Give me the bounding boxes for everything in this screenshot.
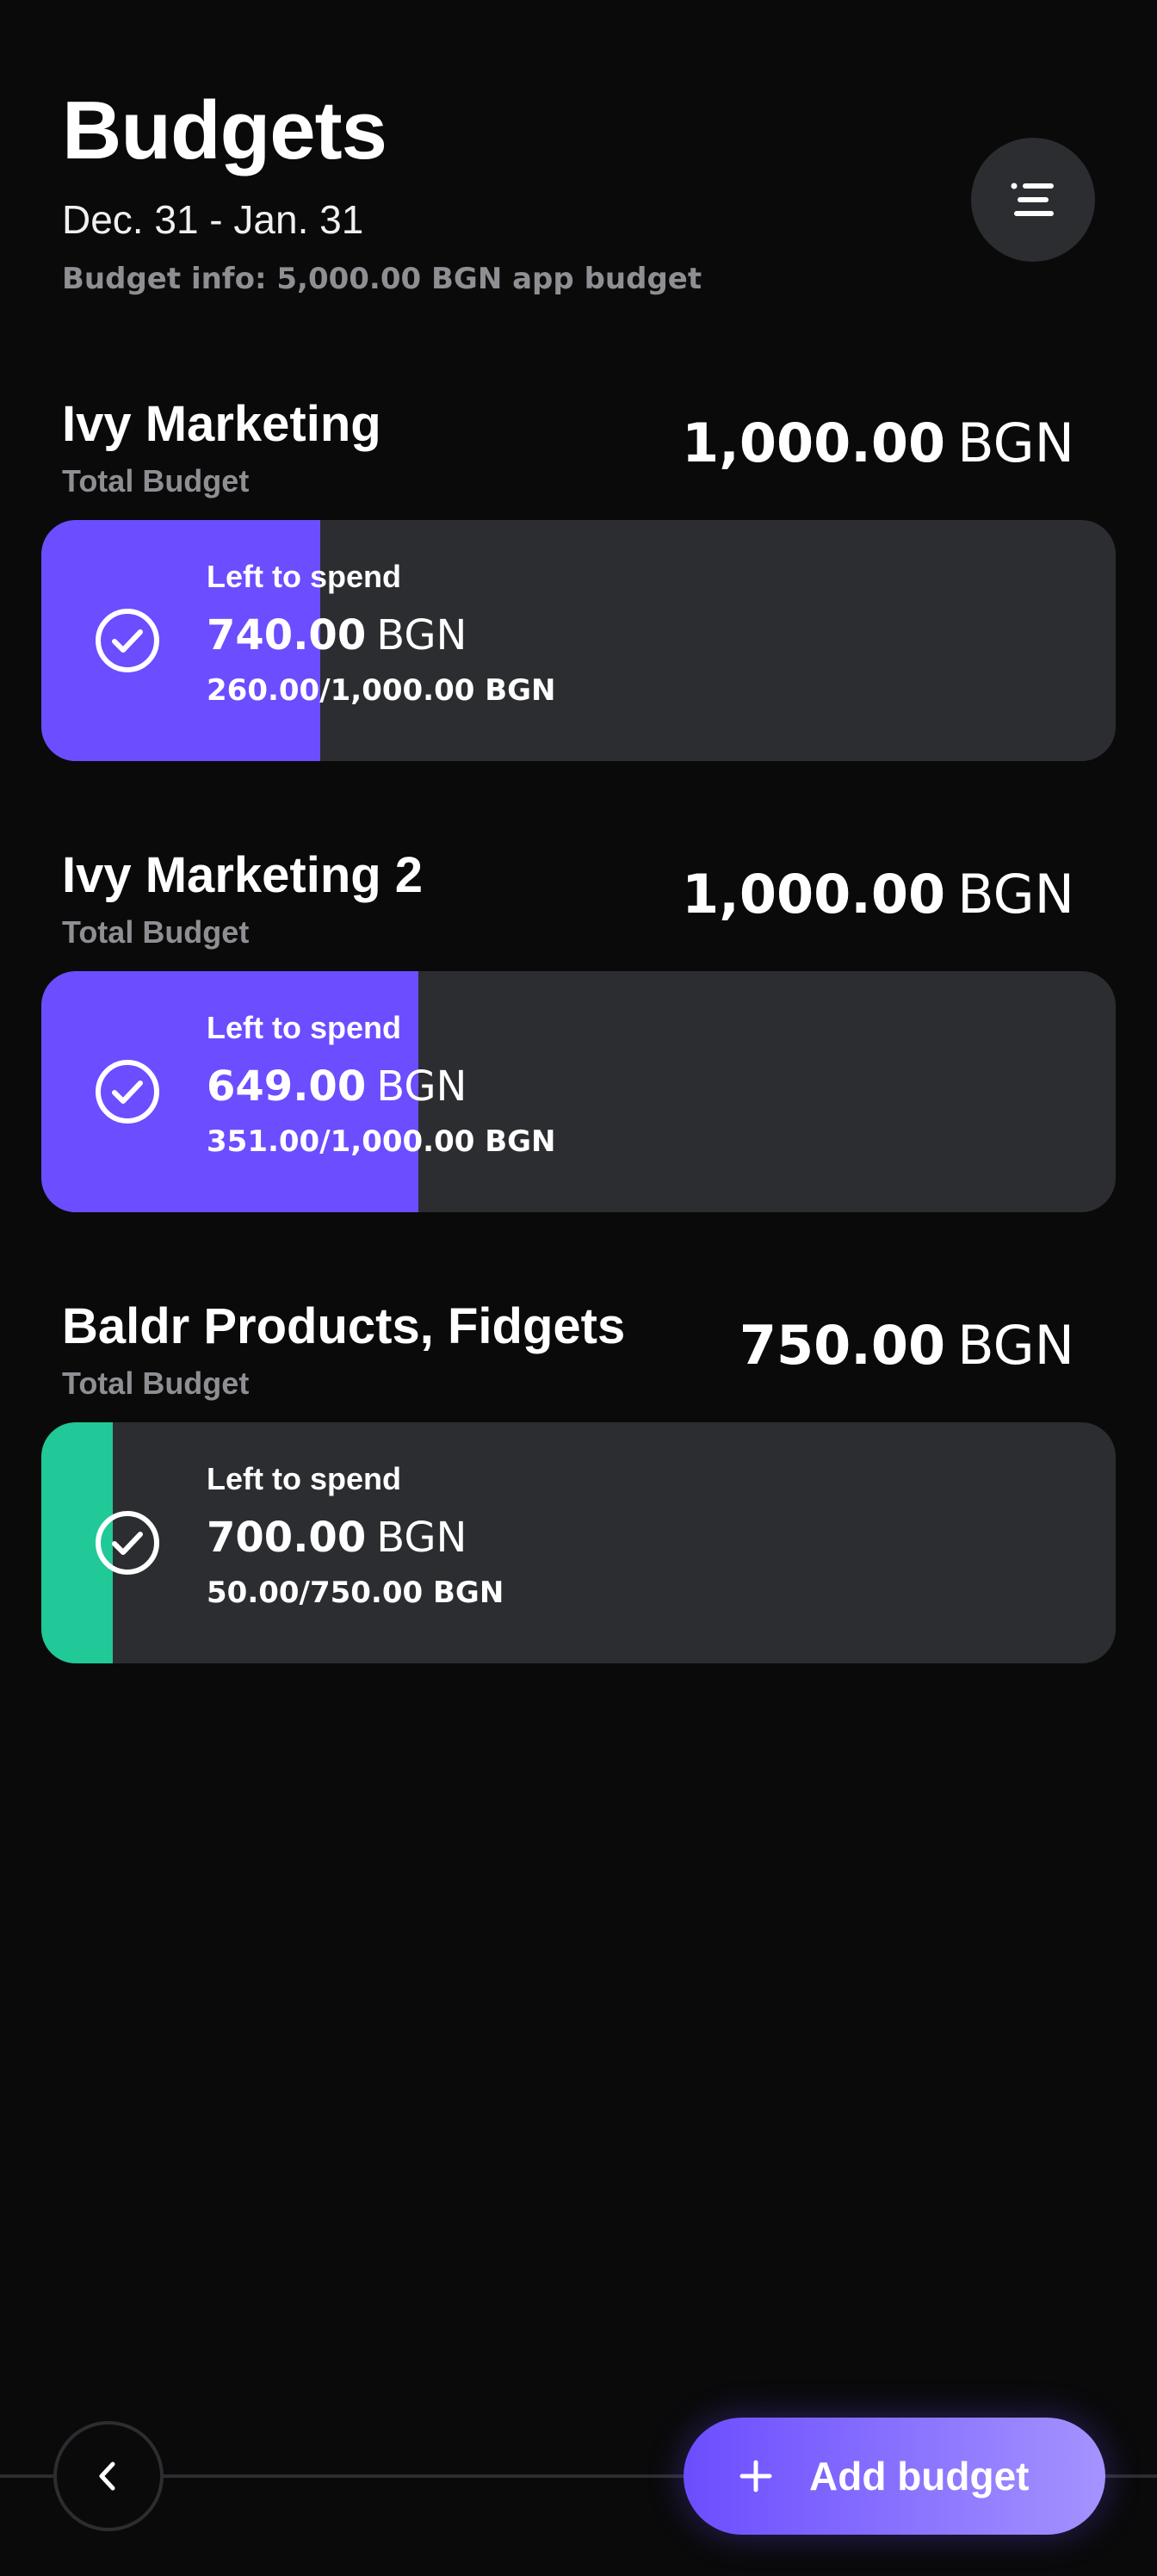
- spent-ratio: 260.00/1,000.00 BGN: [207, 673, 556, 708]
- budget-name: Ivy Marketing 2: [62, 847, 424, 903]
- left-amount-currency: BGN: [376, 1514, 467, 1562]
- list-menu-icon: [1011, 183, 1054, 216]
- chevron-left-icon: [99, 2461, 115, 2491]
- menu-button[interactable]: [971, 138, 1095, 262]
- check-circle-icon: [96, 1060, 159, 1124]
- check-circle-icon: [96, 609, 159, 672]
- left-to-spend-amount: 740.00 BGN: [207, 610, 556, 661]
- budget-total: 750.00 BGN: [739, 1314, 1074, 1378]
- budget-total-amount: 750.00: [739, 1314, 946, 1377]
- budget-progress-card[interactable]: Left to spend 649.00 BGN 351.00/1,000.00 …: [41, 971, 1116, 1212]
- left-to-spend-label: Left to spend: [207, 1010, 401, 1045]
- budget-subtitle: Total Budget: [62, 914, 250, 950]
- budget-info: Budget info: 5,000.00 BGN app budget: [62, 262, 702, 296]
- budget-subtitle: Total Budget: [62, 463, 250, 498]
- budget-name: Ivy Marketing: [62, 396, 381, 452]
- left-amount-currency: BGN: [376, 1062, 467, 1111]
- left-amount-currency: BGN: [376, 611, 467, 659]
- left-amount-value: 740.00: [207, 611, 367, 659]
- budget-progress-card[interactable]: Left to spend 700.00 BGN 50.00/750.00 BGN: [41, 1422, 1116, 1663]
- left-amount-value: 700.00: [207, 1514, 367, 1562]
- back-button[interactable]: [53, 2421, 164, 2531]
- add-budget-label: Add budget: [809, 2454, 1030, 2499]
- budget-total-amount: 1,000.00: [682, 863, 946, 926]
- add-budget-button[interactable]: Add budget: [684, 2418, 1105, 2535]
- left-to-spend-label: Left to spend: [207, 1461, 401, 1496]
- spent-ratio: 351.00/1,000.00 BGN: [207, 1124, 556, 1159]
- check-circle-icon: [96, 1511, 159, 1575]
- left-to-spend-amount: 649.00 BGN: [207, 1061, 556, 1112]
- left-to-spend-amount: 700.00 BGN: [207, 1512, 504, 1564]
- plus-icon: [739, 2460, 772, 2492]
- budget-total: 1,000.00 BGN: [682, 412, 1074, 475]
- budget-subtitle: Total Budget: [62, 1365, 250, 1401]
- page-title: Budgets: [62, 84, 387, 176]
- budget-name: Baldr Products, Fidgets: [62, 1298, 626, 1354]
- page-header: Budgets Dec. 31 - Jan. 31 Budget info: 5…: [62, 83, 1095, 296]
- budget-total-currency: BGN: [957, 1314, 1074, 1377]
- budget-progress-card[interactable]: Left to spend 740.00 BGN 260.00/1,000.00 …: [41, 520, 1116, 761]
- budget-total-currency: BGN: [957, 863, 1074, 926]
- budget-total-amount: 1,000.00: [682, 412, 946, 474]
- left-to-spend-label: Left to spend: [207, 559, 401, 594]
- period-range[interactable]: Dec. 31 - Jan. 31: [62, 196, 1095, 243]
- budget-total: 1,000.00 BGN: [682, 863, 1074, 926]
- left-amount-value: 649.00: [207, 1062, 367, 1111]
- budget-total-currency: BGN: [957, 412, 1074, 474]
- spent-ratio: 50.00/750.00 BGN: [207, 1576, 504, 1610]
